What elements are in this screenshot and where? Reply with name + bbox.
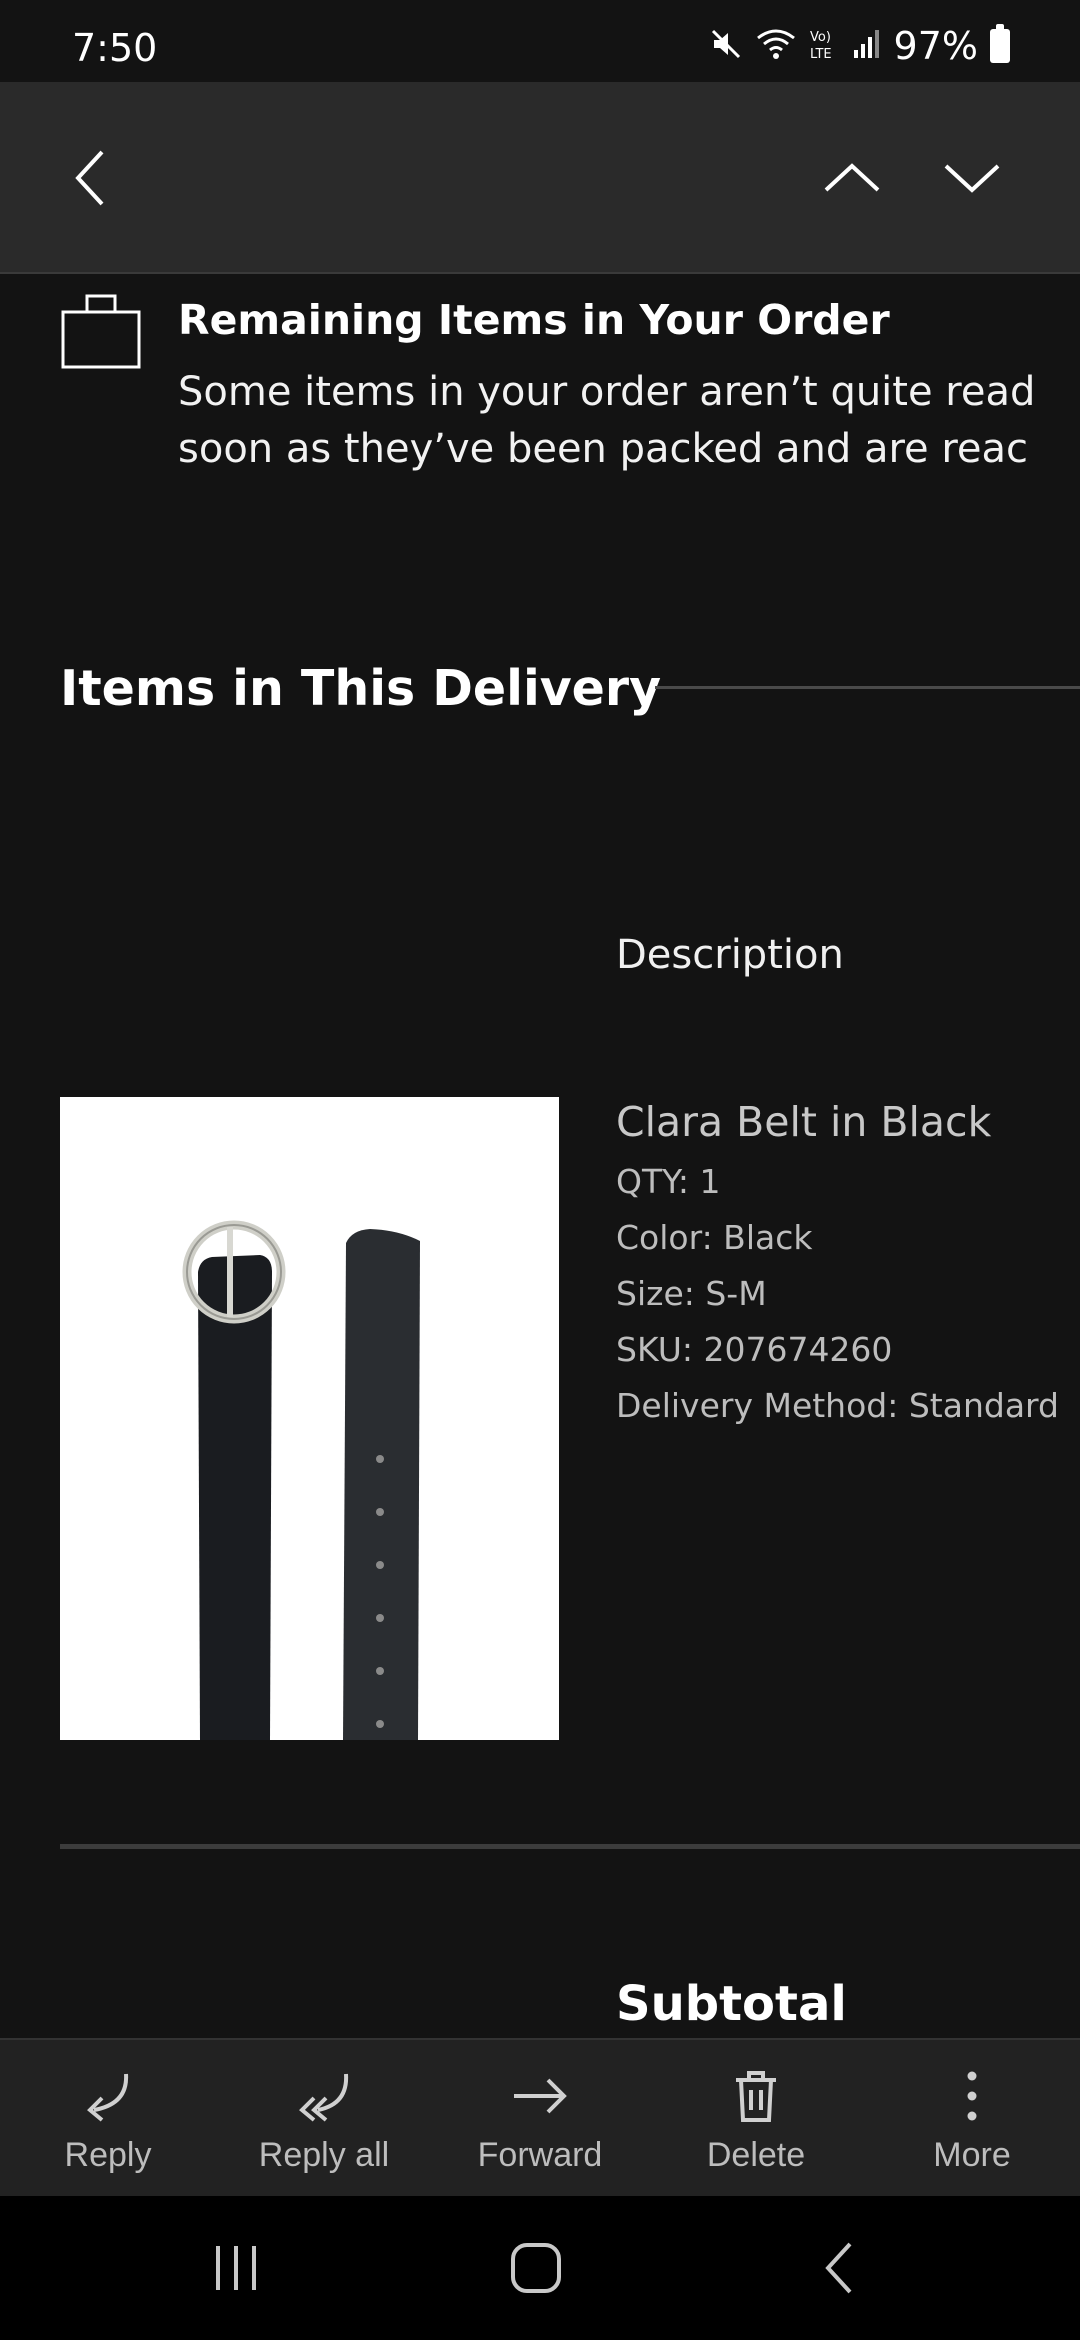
svg-text:Vo): Vo) xyxy=(810,30,831,45)
next-icon xyxy=(944,164,1000,193)
home-button[interactable] xyxy=(496,2236,576,2300)
product-size: Size: S-M xyxy=(616,1274,767,1313)
product-image[interactable] xyxy=(60,1097,559,1740)
belt-image xyxy=(60,1097,559,1740)
subtotal-label: Subtotal xyxy=(616,1976,847,2032)
forward-button[interactable]: Forward xyxy=(432,2040,648,2196)
product-sku: SKU: 207674260 xyxy=(616,1330,893,1369)
forward-icon xyxy=(514,2078,567,2114)
back-button[interactable] xyxy=(52,138,132,218)
delete-label: Delete xyxy=(706,2136,806,2174)
product-color: Color: Black xyxy=(616,1218,813,1257)
product-name[interactable]: Clara Belt in Black xyxy=(616,1098,991,1146)
product-delivery-method: Delivery Method: Standard xyxy=(616,1386,1059,1425)
reply-label: Reply xyxy=(64,2136,152,2174)
remaining-line-2: soon as they’ve been packed and are reac xyxy=(178,426,1029,472)
status-icons: Vo) LTE 97% xyxy=(708,24,1010,68)
reply-icon xyxy=(87,2073,129,2122)
battery-icon xyxy=(990,24,1010,63)
recents-icon xyxy=(216,2246,256,2290)
email-body[interactable]: Remaining Items in Your Order Some items… xyxy=(0,276,1080,2038)
system-navigation-bar xyxy=(0,2196,1080,2340)
remaining-items-text: Some items in your order aren’t quite re… xyxy=(178,364,1035,478)
nav-back-button[interactable] xyxy=(800,2236,880,2300)
product-qty: QTY: 1 xyxy=(616,1162,721,1201)
volte-icon: Vo) LTE xyxy=(808,26,840,66)
section-rule xyxy=(655,686,1080,689)
remaining-items-title: Remaining Items in Your Order xyxy=(178,296,890,344)
more-vertical-icon xyxy=(967,2071,977,2121)
description-header: Description xyxy=(616,932,844,978)
items-section-title: Items in This Delivery xyxy=(60,660,662,717)
more-button[interactable]: More xyxy=(864,2040,1080,2196)
reply-button[interactable]: Reply xyxy=(0,2040,216,2196)
home-icon xyxy=(511,2243,561,2293)
previous-icon xyxy=(824,163,880,192)
mute-icon xyxy=(708,26,744,66)
recents-button[interactable] xyxy=(196,2236,276,2300)
status-bar: 7:50 Vo) LTE 97% xyxy=(0,0,1080,82)
status-time: 7:50 xyxy=(72,26,158,70)
reply-all-label: Reply all xyxy=(258,2136,390,2174)
battery-percent: 97% xyxy=(893,24,978,68)
trash-icon xyxy=(736,2071,776,2122)
svg-text:LTE: LTE xyxy=(810,47,832,62)
delete-button[interactable]: Delete xyxy=(648,2040,864,2196)
reply-all-icon xyxy=(299,2073,349,2122)
remaining-line-1: Some items in your order aren’t quite re… xyxy=(178,369,1036,415)
shopping-bag-icon xyxy=(60,290,142,374)
back-icon xyxy=(75,150,104,206)
previous-email-button[interactable] xyxy=(812,138,892,218)
items-divider xyxy=(60,1844,1080,1849)
more-label: More xyxy=(933,2136,1011,2174)
forward-label: Forward xyxy=(477,2136,603,2174)
next-email-button[interactable] xyxy=(932,138,1012,218)
wifi-icon xyxy=(756,26,796,66)
signal-icon xyxy=(852,26,882,66)
reply-all-button[interactable]: Reply all xyxy=(216,2040,432,2196)
nav-back-icon xyxy=(825,2242,852,2294)
email-action-bar: Reply Reply all Forward Delete More xyxy=(0,2038,1080,2196)
email-toolbar xyxy=(0,82,1080,274)
